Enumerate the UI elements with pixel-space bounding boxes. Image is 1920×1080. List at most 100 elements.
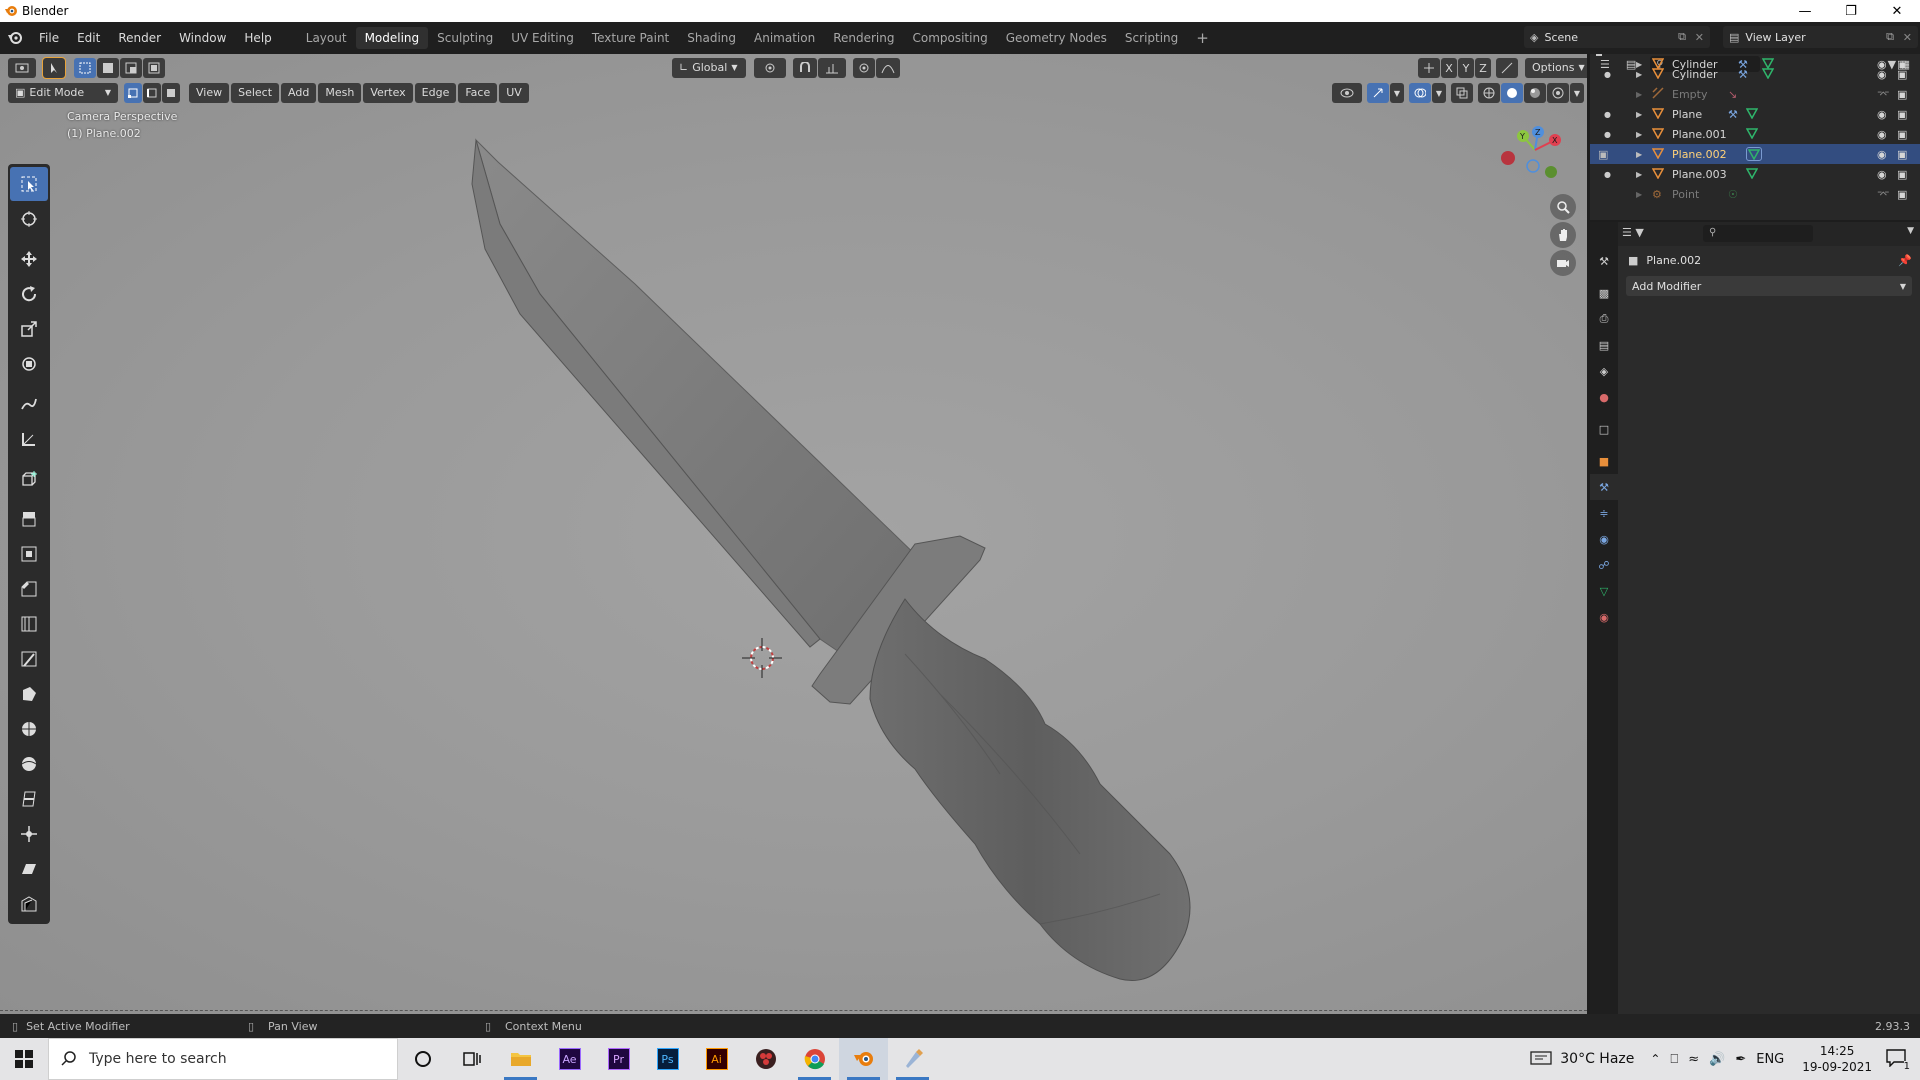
expand-arrow-icon[interactable]: ▶ <box>1636 130 1642 139</box>
windows-start-icon[interactable] <box>0 1038 48 1080</box>
expand-arrow-icon[interactable]: ▶ <box>1636 150 1642 159</box>
outliner-row-plane[interactable]: ● ▶ Plane ⚒ ◉ ▣ <box>1590 104 1920 124</box>
properties-options-icon[interactable]: ▼ <box>1907 226 1914 236</box>
properties-search-input[interactable]: ⚲ <box>1703 225 1813 242</box>
weather-icon[interactable] <box>1530 1050 1552 1069</box>
shrink-fatten-tool[interactable] <box>10 817 48 851</box>
tab-layout[interactable]: Layout <box>297 27 356 49</box>
visibility-eye-icon[interactable]: ◉ <box>1877 68 1887 81</box>
minimize-button[interactable]: — <box>1782 0 1828 22</box>
tab-particles-icon[interactable]: ≑ <box>1590 500 1618 526</box>
tab-tool-icon[interactable]: ⚒ <box>1590 248 1618 274</box>
knife-tool[interactable] <box>10 642 48 676</box>
premiere-pro-icon[interactable]: Pr <box>594 1038 643 1080</box>
annotate-tool[interactable] <box>10 387 48 421</box>
tab-collection-icon[interactable]: □ <box>1590 416 1618 442</box>
render-camera-icon[interactable]: ▣ <box>1897 148 1907 161</box>
inset-faces-tool[interactable] <box>10 537 48 571</box>
outliner-row-point[interactable]: ▶ ⚙ Point ☉ ⌤ ▣ <box>1590 184 1920 204</box>
delete-scene-icon[interactable]: ✕ <box>1695 31 1704 44</box>
blender-menu-icon[interactable] <box>0 31 30 45</box>
expand-arrow-icon[interactable]: ▶ <box>1636 190 1642 199</box>
3d-cursor[interactable] <box>742 638 782 678</box>
after-effects-icon[interactable]: Ae <box>545 1038 594 1080</box>
tab-physics-icon[interactable]: ◉ <box>1590 526 1618 552</box>
outliner-row-plane-002[interactable]: ▣ ▶ Plane.002 ◉ ▣ <box>1590 144 1920 164</box>
tab-output-icon[interactable]: ⎙ <box>1590 306 1618 332</box>
restore-button[interactable]: ❐ <box>1828 0 1874 22</box>
camera-view-icon[interactable] <box>1550 250 1576 276</box>
zoom-icon[interactable] <box>1550 194 1576 220</box>
tab-material-icon[interactable]: ◉ <box>1590 604 1618 630</box>
volume-icon[interactable]: 🔊 <box>1709 1052 1725 1067</box>
add-modifier-dropdown[interactable]: Add Modifier ▼ <box>1626 276 1912 296</box>
tab-scene-icon[interactable]: ◈ <box>1590 358 1618 384</box>
smooth-tool[interactable] <box>10 747 48 781</box>
tab-view-layer-icon[interactable]: ▤ <box>1590 332 1618 358</box>
chevron-up-icon[interactable]: ⌃ <box>1650 1052 1660 1066</box>
menu-window[interactable]: Window <box>170 31 235 45</box>
visibility-eye-icon[interactable]: ◉ <box>1877 168 1887 181</box>
render-camera-icon[interactable]: ▣ <box>1897 108 1907 121</box>
rip-region-tool[interactable] <box>10 887 48 921</box>
clock[interactable]: 14:25 19-09-2021 <box>1802 1043 1872 1075</box>
menu-file[interactable]: File <box>30 31 68 45</box>
file-explorer-icon[interactable] <box>496 1038 545 1080</box>
visibility-eye-icon[interactable]: ◉ <box>1877 108 1887 121</box>
new-scene-icon[interactable]: ⧉ <box>1678 30 1686 44</box>
tab-rendering[interactable]: Rendering <box>824 27 903 49</box>
scene-selector[interactable]: ◈ Scene ⧉ ✕ <box>1524 26 1710 48</box>
delete-view-layer-icon[interactable]: ✕ <box>1903 31 1912 44</box>
scale-tool[interactable] <box>10 312 48 346</box>
bevel-tool[interactable] <box>10 572 48 606</box>
rotate-tool[interactable] <box>10 277 48 311</box>
tab-object-icon[interactable]: ■ <box>1590 448 1618 474</box>
close-window-button[interactable]: ✕ <box>1874 0 1920 22</box>
visibility-eye-icon[interactable]: ◉ <box>1877 128 1887 141</box>
hidden-eye-icon[interactable]: ⌤ <box>1877 88 1890 101</box>
expand-arrow-icon[interactable]: ▶ <box>1636 90 1642 99</box>
render-camera-icon[interactable]: ▣ <box>1897 128 1907 141</box>
cortana-icon[interactable] <box>398 1038 447 1080</box>
tab-modeling[interactable]: Modeling <box>355 27 429 49</box>
hidden-eye-icon[interactable]: ⌤ <box>1877 188 1890 201</box>
tab-shading[interactable]: Shading <box>678 27 745 49</box>
tab-animation[interactable]: Animation <box>745 27 824 49</box>
photoshop-icon[interactable]: Ps <box>643 1038 692 1080</box>
render-camera-icon[interactable]: ▣ <box>1897 188 1907 201</box>
3d-viewport[interactable]: ∟ Global ▼ X Y Z Options ▼ ▣ Edit Mode ▼… <box>0 54 1587 1014</box>
chrome-icon[interactable] <box>790 1038 839 1080</box>
expand-arrow-icon[interactable]: ▶ <box>1636 110 1642 119</box>
expand-arrow-icon[interactable]: ▶ <box>1636 170 1642 179</box>
tab-texture-paint[interactable]: Texture Paint <box>583 27 678 49</box>
tab-geometry-nodes[interactable]: Geometry Nodes <box>997 27 1116 49</box>
spin-tool[interactable] <box>10 712 48 746</box>
notification-center-icon[interactable]: 1 <box>1886 1048 1910 1072</box>
keyboard-language[interactable]: ENG <box>1756 1052 1784 1067</box>
navigation-gizmo[interactable]: Y Z X <box>1495 114 1575 189</box>
tab-data-icon[interactable]: ▽ <box>1590 578 1618 604</box>
wifi-icon[interactable]: ≈ <box>1688 1052 1699 1067</box>
add-cube-tool[interactable] <box>10 462 48 496</box>
menu-render[interactable]: Render <box>109 31 170 45</box>
render-camera-icon[interactable]: ▣ <box>1897 88 1907 101</box>
outliner-row-empty[interactable]: ▶ Empty ↘ ⌤ ▣ <box>1590 84 1920 104</box>
tab-scripting[interactable]: Scripting <box>1116 27 1187 49</box>
expand-arrow-icon[interactable]: ▶ <box>1636 70 1642 79</box>
new-view-layer-icon[interactable]: ⧉ <box>1886 30 1894 44</box>
measure-tool[interactable] <box>10 422 48 456</box>
davinci-resolve-icon[interactable] <box>741 1038 790 1080</box>
view-layer-selector[interactable]: ▤ View Layer ⧉ ✕ <box>1723 26 1918 48</box>
menu-edit[interactable]: Edit <box>68 31 109 45</box>
render-camera-icon[interactable]: ▣ <box>1897 68 1907 81</box>
edit-mode-indicator-icon[interactable]: ▣ <box>1598 148 1608 161</box>
properties-editor-type-icon[interactable]: ☰ ▼ <box>1622 226 1644 239</box>
task-view-icon[interactable] <box>447 1038 496 1080</box>
move-tool[interactable] <box>10 242 48 276</box>
transform-tool[interactable] <box>10 347 48 381</box>
tab-render-icon[interactable]: ▩ <box>1590 280 1618 306</box>
taskbar-search-box[interactable]: Type here to search <box>48 1038 398 1080</box>
outliner-row-plane-003[interactable]: ● ▶ Plane.003 ◉ ▣ <box>1590 164 1920 184</box>
add-workspace-button[interactable]: + <box>1187 27 1218 49</box>
select-box-tool[interactable] <box>10 167 48 201</box>
